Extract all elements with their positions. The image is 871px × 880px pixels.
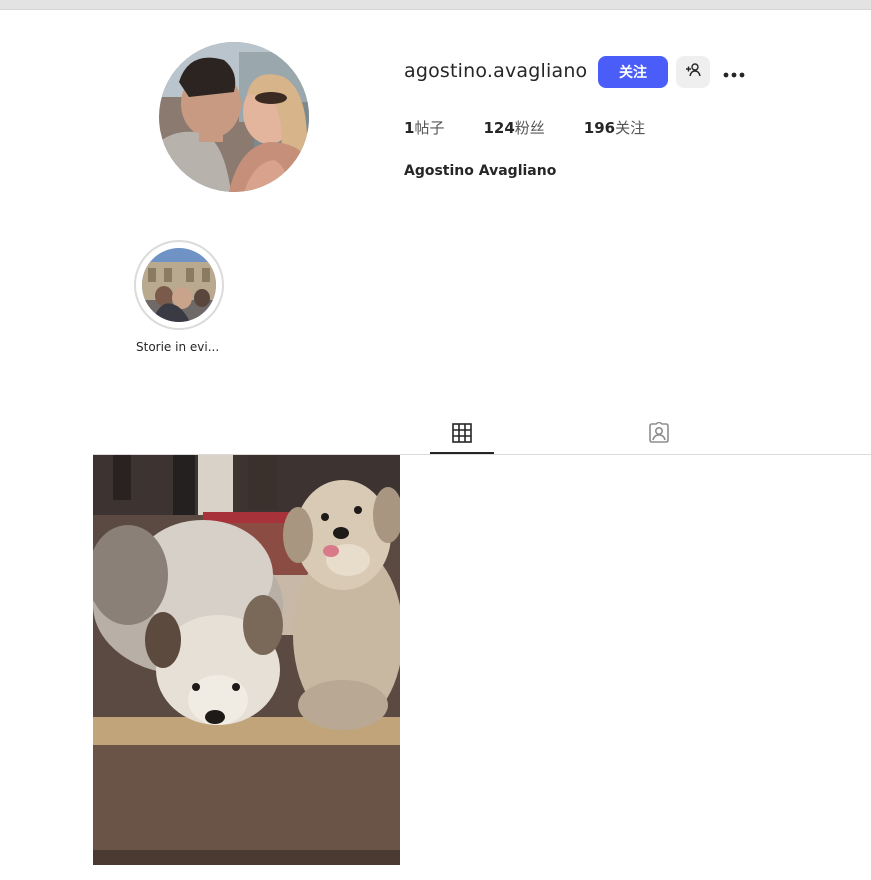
profile-full-name: Agostino Avagliano xyxy=(404,163,557,179)
grid-icon xyxy=(452,422,472,447)
add-user-icon xyxy=(685,62,701,82)
profile-username: agostino.avagliano xyxy=(404,60,588,82)
follow-button-label: 关注 xyxy=(619,65,647,81)
avatar-photo xyxy=(159,42,309,192)
post-thumbnail[interactable] xyxy=(93,455,400,865)
followers-count-number: 124 xyxy=(483,119,515,137)
browser-top-bar xyxy=(0,0,871,9)
posts-count: 1帖子 xyxy=(404,117,444,138)
tagged-icon xyxy=(648,420,670,448)
suggest-users-button[interactable] xyxy=(676,56,710,88)
followers-count[interactable]: 124粉丝 xyxy=(483,117,544,138)
profile-stats: 1帖子 124粉丝 196关注 xyxy=(404,117,684,138)
highlight-label: Storie in evi... xyxy=(136,340,220,354)
posts-count-number: 1 xyxy=(404,119,415,137)
story-highlight[interactable] xyxy=(134,240,224,330)
profile-avatar[interactable] xyxy=(159,42,309,192)
tab-tagged[interactable] xyxy=(627,415,691,454)
more-options-button[interactable] xyxy=(719,60,749,84)
following-count-label: 关注 xyxy=(615,119,646,137)
post-image xyxy=(93,455,400,865)
followers-count-label: 粉丝 xyxy=(514,119,545,137)
tab-active-indicator xyxy=(430,452,494,454)
more-horizontal-icon xyxy=(722,63,746,82)
following-count-number: 196 xyxy=(583,119,616,137)
follow-button[interactable]: 关注 xyxy=(598,56,668,88)
following-count[interactable]: 196关注 xyxy=(584,117,645,138)
browser-divider xyxy=(0,9,871,10)
tab-posts[interactable] xyxy=(430,415,494,454)
highlight-cover xyxy=(142,248,216,322)
posts-count-label: 帖子 xyxy=(414,119,445,137)
